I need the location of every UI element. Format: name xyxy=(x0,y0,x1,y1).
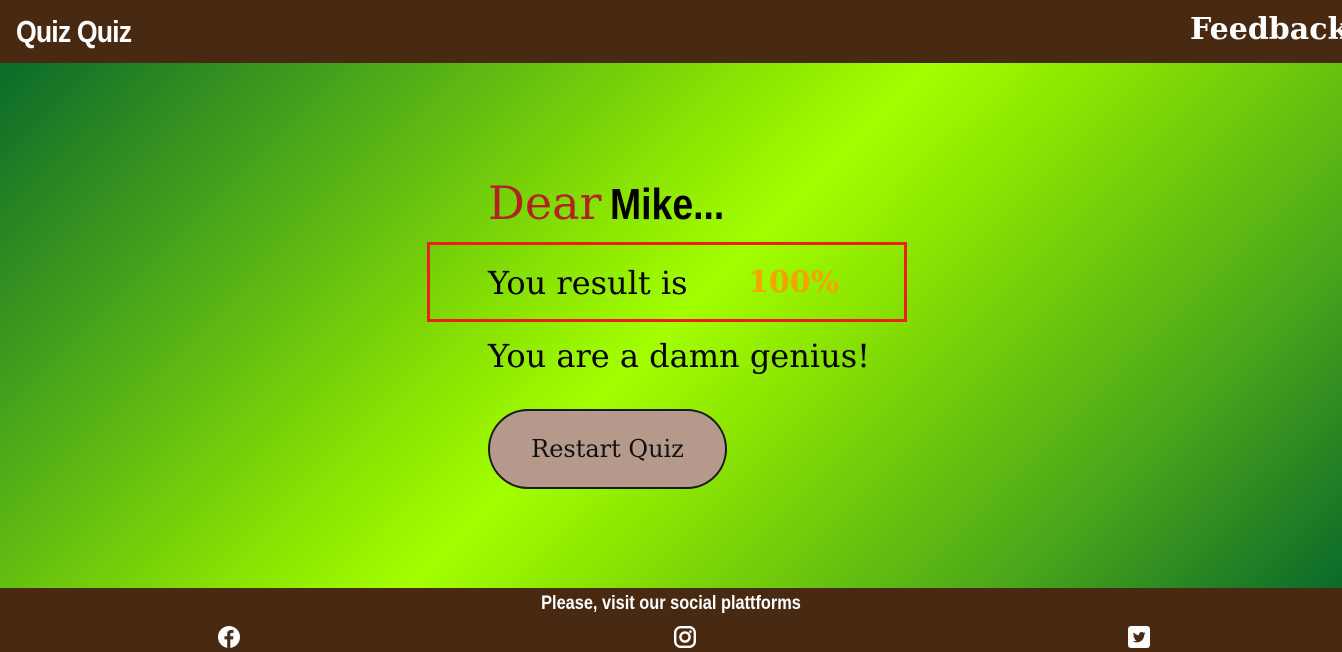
facebook-icon[interactable] xyxy=(217,625,241,649)
result-score: 100% xyxy=(748,265,840,300)
site-header: Quiz Quiz Feedback xyxy=(0,0,1342,63)
site-footer: Please, visit our social plattforms xyxy=(0,588,1342,652)
instagram-icon[interactable] xyxy=(673,625,697,649)
feedback-link[interactable]: Feedback xyxy=(1190,10,1342,50)
footer-text-label: Please, visit our social plattforms xyxy=(541,593,801,614)
site-logo[interactable]: Quiz Quiz xyxy=(16,12,132,52)
result-section: Dear Mike... You result is 100% You are a… xyxy=(0,63,1342,588)
footer-text: Please, visit our social plattforms xyxy=(0,591,1342,617)
twitter-icon[interactable] xyxy=(1127,625,1151,649)
user-name: Mike... xyxy=(609,180,724,229)
greeting-heading: Dear Mike... xyxy=(488,173,744,244)
greeting-word: Dear xyxy=(488,176,602,230)
result-verdict: You are a damn genius! xyxy=(488,337,870,375)
restart-quiz-button[interactable]: Restart Quiz xyxy=(488,409,727,489)
result-label: You result is xyxy=(488,264,688,302)
